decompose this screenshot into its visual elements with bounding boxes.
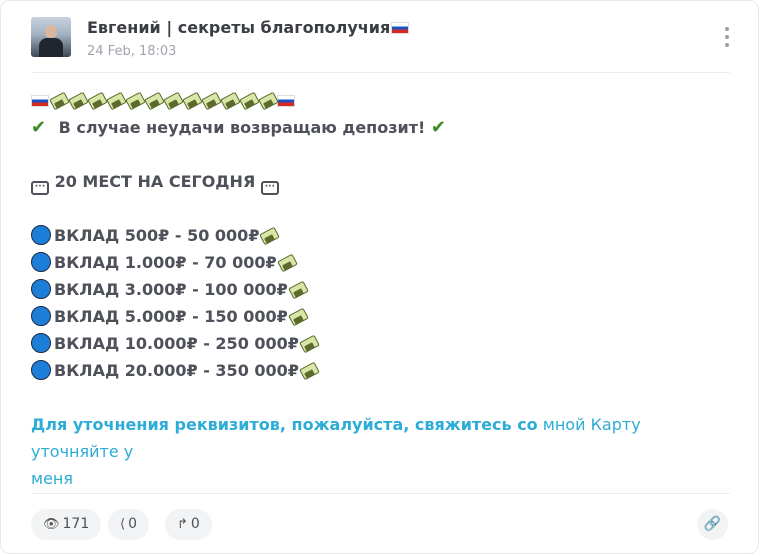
money-wings-icon	[125, 91, 146, 111]
russian-flag-icon	[391, 22, 410, 34]
forward-icon: ↱	[177, 517, 188, 532]
money-wings-icon	[259, 226, 281, 246]
blue-circle-icon	[31, 279, 51, 299]
deposit-text: ВКЛАД 1.000₽ - 70 000₽	[54, 253, 277, 272]
refund-text: В случае неудачи возвращаю депозит!	[58, 118, 426, 137]
speech-bubble-icon: ···	[260, 181, 279, 195]
more-vertical-icon[interactable]	[724, 27, 730, 49]
post-header: Евгений | секреты благополучия 24 Feb, 1…	[31, 17, 730, 73]
deposit-text: ВКЛАД 5.000₽ - 150 000₽	[54, 307, 288, 326]
money-wings-icon	[220, 91, 241, 111]
avatar-head	[45, 25, 57, 38]
blue-circle-icon	[31, 225, 51, 245]
check-mark-icon: ✔	[31, 117, 47, 138]
russian-flag-icon	[277, 95, 295, 107]
money-wings-icon	[68, 91, 89, 111]
check-mark-icon: ✔	[430, 117, 446, 138]
deposit-line: ВКЛАД 10.000₽ - 250 000₽	[31, 330, 731, 357]
deposit-line: ВКЛАД 1.000₽ - 70 000₽	[31, 249, 731, 276]
copy-link-button[interactable]: 🔗	[697, 509, 728, 540]
avatar[interactable]	[31, 17, 71, 57]
money-wings-icon	[299, 334, 320, 354]
post-card: Евгений | секреты благополучия 24 Feb, 1…	[0, 0, 759, 554]
link-icon: 🔗	[703, 516, 722, 532]
post-footer: 👁 171 ⟨ 0 ↱ 0 🔗	[31, 509, 728, 541]
money-wings-icon	[258, 91, 279, 111]
forwards-count: 0	[190, 516, 200, 532]
contact-normal-text-2: меня	[31, 469, 73, 488]
money-wings-icon	[287, 307, 309, 327]
money-wings-icon	[287, 280, 309, 300]
deposit-line: ВКЛАД 500₽ - 50 000₽	[31, 222, 731, 249]
money-wings-icon	[276, 253, 298, 273]
money-wings-icon	[239, 91, 260, 111]
money-wings-icon	[144, 91, 165, 111]
places-line: ··· 20 МЕСТ НА СЕГОДНЯ ···	[31, 168, 731, 195]
post-body: ✔ В случае неудачи возвращаю депозит! ✔ …	[31, 87, 731, 492]
footer-divider	[31, 493, 730, 494]
deposit-line: ВКЛАД 3.000₽ - 100 000₽	[31, 276, 731, 303]
deposit-line: ВКЛАД 20.000₽ - 350 000₽	[31, 357, 731, 384]
money-wings-icon	[182, 91, 203, 111]
share-button[interactable]: ⟨ 0	[108, 509, 149, 540]
forward-button[interactable]: ↱ 0	[165, 509, 212, 540]
places-text: 20 МЕСТ НА СЕГОДНЯ	[54, 172, 256, 191]
views-count: 171	[62, 516, 90, 532]
refund-line: ✔ В случае неудачи возвращаю депозит! ✔	[31, 114, 731, 141]
deposit-text: ВКЛАД 500₽ - 50 000₽	[54, 226, 260, 245]
money-wings-icon	[49, 91, 70, 111]
money-wings-icon	[201, 91, 222, 111]
eye-icon: 👁	[43, 517, 60, 532]
speech-bubble-icon: ···	[31, 181, 49, 195]
deposit-text: ВКЛАД 10.000₽ - 250 000₽	[54, 334, 299, 353]
blue-circle-icon	[31, 252, 51, 272]
blue-circle-icon	[31, 360, 51, 380]
blue-circle-icon	[31, 306, 51, 326]
money-wings-icon	[106, 91, 127, 111]
post-date: 24 Feb, 18:03	[87, 44, 177, 59]
header-divider	[31, 72, 730, 73]
views-counter[interactable]: 👁 171	[31, 509, 102, 540]
money-wings-icon	[87, 91, 108, 111]
deposit-text: ВКЛАД 3.000₽ - 100 000₽	[54, 280, 288, 299]
author-name-text: Евгений | секреты благополучия	[87, 18, 391, 37]
money-wings-icon	[163, 91, 184, 111]
blue-circle-icon	[31, 333, 51, 353]
russian-flag-icon	[31, 95, 49, 107]
deposit-line: ВКЛАД 5.000₽ - 150 000₽	[31, 303, 731, 330]
shares-count: 0	[128, 516, 137, 532]
deposit-text: ВКЛАД 20.000₽ - 350 000₽	[54, 361, 299, 380]
share-icon: ⟨	[120, 517, 126, 532]
contact-paragraph: Для уточнения реквизитов, пожалуйста, св…	[31, 411, 731, 492]
contact-bold-text: Для уточнения реквизитов, пожалуйста, св…	[31, 415, 538, 434]
author-name[interactable]: Евгений | секреты благополучия	[87, 18, 410, 37]
avatar-body	[39, 38, 63, 57]
money-wings-icon	[299, 361, 320, 381]
emoji-row	[31, 87, 731, 114]
